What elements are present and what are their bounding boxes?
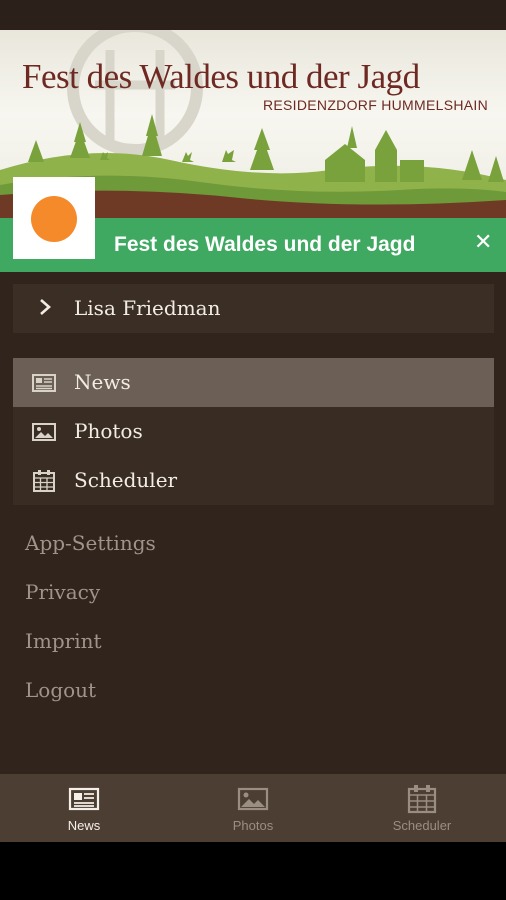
- banner-subtitle: RESIDENZDORF HUMMELSHAIN: [263, 97, 488, 113]
- banner-title: Fest des Waldes und der Jagd: [22, 57, 420, 96]
- privacy-link[interactable]: Privacy: [25, 580, 100, 604]
- tab-news[interactable]: News: [0, 774, 168, 842]
- image-icon: [32, 423, 56, 441]
- user-profile-row[interactable]: Lisa Friedman: [13, 284, 494, 333]
- menu-item-photos[interactable]: Photos: [13, 407, 494, 456]
- tab-label: News: [67, 818, 101, 833]
- menu-item-scheduler[interactable]: Scheduler: [13, 456, 494, 505]
- system-navigation-bar: [0, 842, 506, 900]
- calendar-icon: [33, 470, 55, 492]
- orange-circle-logo-icon: [31, 196, 77, 242]
- calendar-icon: [407, 785, 437, 814]
- user-name: Lisa Friedman: [74, 296, 221, 320]
- app-settings-link[interactable]: App-Settings: [25, 531, 156, 555]
- newspaper-icon: [32, 374, 56, 392]
- menu-item-label: News: [74, 370, 131, 394]
- status-bar: [0, 0, 506, 30]
- menu-item-label: Photos: [74, 419, 143, 443]
- tab-label: Photos: [232, 818, 274, 833]
- bottom-tab-bar: News Photos Scheduler: [0, 774, 506, 842]
- logout-link[interactable]: Logout: [25, 678, 96, 702]
- imprint-link[interactable]: Imprint: [25, 629, 102, 653]
- tab-label: Scheduler: [392, 818, 452, 833]
- newspaper-icon: [68, 787, 100, 811]
- app-logo: [13, 177, 95, 259]
- chevron-right-icon: [40, 299, 51, 315]
- menu-item-label: Scheduler: [74, 468, 178, 492]
- app-title: Fest des Waldes und der Jagd: [114, 233, 416, 256]
- close-icon[interactable]: ✕: [474, 230, 492, 255]
- tab-scheduler[interactable]: Scheduler: [338, 774, 506, 842]
- tab-photos[interactable]: Photos: [169, 774, 337, 842]
- menu-item-news[interactable]: News: [13, 358, 494, 407]
- navigation-drawer: Lisa Friedman News Photos Scheduler App-…: [0, 272, 506, 774]
- main-menu: News Photos Scheduler: [13, 358, 494, 505]
- image-icon: [237, 787, 269, 811]
